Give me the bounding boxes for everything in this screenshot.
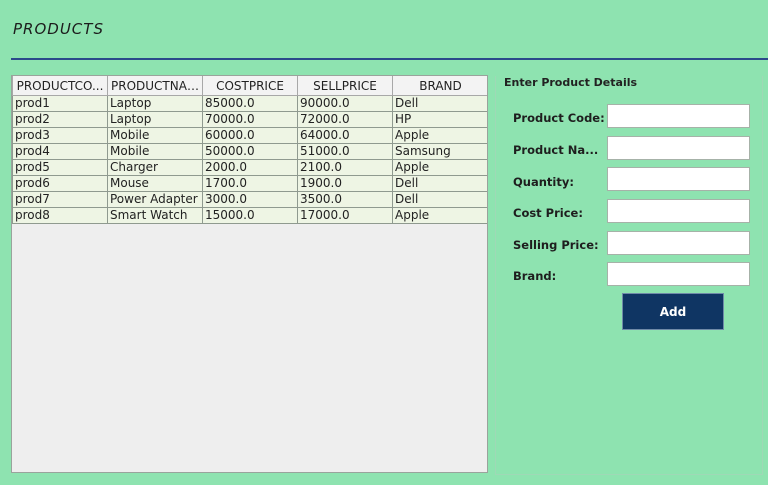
cell-brand[interactable]: Apple [392, 207, 487, 224]
cell-productname[interactable]: Charger [107, 159, 203, 176]
products-table-scrollpane[interactable]: PRODUCTCO... PRODUCTNAME COSTPRICE SELLP… [11, 75, 488, 473]
column-header-productname[interactable]: PRODUCTNAME [107, 76, 203, 96]
products-table[interactable]: PRODUCTCO... PRODUCTNAME COSTPRICE SELLP… [12, 76, 487, 224]
cell-brand[interactable]: HP [392, 111, 487, 128]
cost-price-label: Cost Price: [513, 206, 583, 220]
cell-sellprice[interactable]: 3500.0 [297, 191, 393, 208]
table-row[interactable]: prod2 Laptop 70000.0 72000.0 HP [12, 111, 487, 128]
brand-field[interactable] [607, 262, 750, 286]
table-row[interactable]: prod1 Laptop 85000.0 90000.0 Dell [12, 95, 487, 112]
cell-brand[interactable]: Apple [392, 159, 487, 176]
column-header-sellprice[interactable]: SELLPRICE [297, 76, 393, 96]
product-name-label: Product Na... [513, 143, 599, 157]
table-row[interactable]: prod3 Mobile 60000.0 64000.0 Apple [12, 127, 487, 144]
cost-price-field[interactable] [607, 199, 750, 223]
product-name-field[interactable] [607, 136, 750, 160]
cell-productname[interactable]: Smart Watch [107, 207, 203, 224]
table-row[interactable]: prod5 Charger 2000.0 2100.0 Apple [12, 159, 487, 176]
cell-costprice[interactable]: 2000.0 [202, 159, 298, 176]
selling-price-field[interactable] [607, 231, 750, 255]
cell-costprice[interactable]: 85000.0 [202, 95, 298, 112]
cell-productcode[interactable]: prod5 [12, 159, 108, 176]
quantity-label: Quantity: [513, 175, 574, 189]
cell-costprice[interactable]: 70000.0 [202, 111, 298, 128]
cell-brand[interactable]: Dell [392, 191, 487, 208]
column-header-costprice[interactable]: COSTPRICE [202, 76, 298, 96]
column-header-productcode[interactable]: PRODUCTCO... [12, 76, 108, 96]
cell-productcode[interactable]: prod1 [12, 95, 108, 112]
cell-brand[interactable]: Apple [392, 127, 487, 144]
cell-brand[interactable]: Dell [392, 175, 487, 192]
cell-productname[interactable]: Laptop [107, 95, 203, 112]
cell-productname[interactable]: Mobile [107, 127, 203, 144]
cell-productcode[interactable]: prod6 [12, 175, 108, 192]
page-title: PRODUCTS [13, 20, 104, 38]
table-row[interactable]: prod8 Smart Watch 15000.0 17000.0 Apple [12, 207, 487, 224]
table-row[interactable]: prod4 Mobile 50000.0 51000.0 Samsung [12, 143, 487, 160]
cell-productname[interactable]: Laptop [107, 111, 203, 128]
column-header-brand[interactable]: BRAND [392, 76, 487, 96]
table-header-row: PRODUCTCO... PRODUCTNAME COSTPRICE SELLP… [12, 76, 487, 96]
cell-sellprice[interactable]: 90000.0 [297, 95, 393, 112]
cell-brand[interactable]: Samsung [392, 143, 487, 160]
cell-productcode[interactable]: prod7 [12, 191, 108, 208]
cell-productcode[interactable]: prod3 [12, 127, 108, 144]
cell-costprice[interactable]: 3000.0 [202, 191, 298, 208]
cell-sellprice[interactable]: 17000.0 [297, 207, 393, 224]
cell-sellprice[interactable]: 64000.0 [297, 127, 393, 144]
cell-productcode[interactable]: prod4 [12, 143, 108, 160]
cell-sellprice[interactable]: 2100.0 [297, 159, 393, 176]
cell-sellprice[interactable]: 72000.0 [297, 111, 393, 128]
cell-sellprice[interactable]: 51000.0 [297, 143, 393, 160]
cell-productcode[interactable]: prod8 [12, 207, 108, 224]
add-button[interactable]: Add [622, 293, 724, 330]
cell-productname[interactable]: Mobile [107, 143, 203, 160]
cell-costprice[interactable]: 60000.0 [202, 127, 298, 144]
table-row[interactable]: prod6 Mouse 1700.0 1900.0 Dell [12, 175, 487, 192]
cell-costprice[interactable]: 50000.0 [202, 143, 298, 160]
cell-productname[interactable]: Mouse [107, 175, 203, 192]
product-code-field[interactable] [607, 104, 750, 128]
cell-costprice[interactable]: 15000.0 [202, 207, 298, 224]
product-details-title: Enter Product Details [504, 76, 638, 89]
cell-productcode[interactable]: prod2 [12, 111, 108, 128]
table-row[interactable]: prod7 Power Adapter 3000.0 3500.0 Dell [12, 191, 487, 208]
selling-price-label: Selling Price: [513, 238, 599, 252]
product-code-label: Product Code: [513, 111, 605, 125]
cell-sellprice[interactable]: 1900.0 [297, 175, 393, 192]
brand-label: Brand: [513, 269, 557, 283]
cell-productname[interactable]: Power Adapter [107, 191, 203, 208]
cell-costprice[interactable]: 1700.0 [202, 175, 298, 192]
quantity-field[interactable] [607, 167, 750, 191]
cell-brand[interactable]: Dell [392, 95, 487, 112]
title-divider [11, 58, 768, 60]
